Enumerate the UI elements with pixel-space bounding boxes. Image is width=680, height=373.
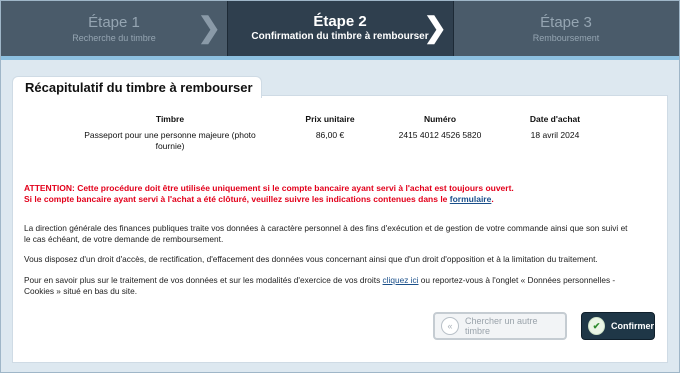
search-other-stamp-button[interactable]: « Chercher un autre timbre — [433, 312, 567, 340]
privacy-paragraph-1: La direction générale des finances publi… — [24, 223, 654, 245]
warning-message: ATTENTION: Cette procédure doit être uti… — [24, 183, 514, 205]
cell-timbre-line1: Passeport pour une personne majeure (pho… — [84, 130, 256, 140]
table-header-row: Timbre Prix unitaire Numéro Date d'achat — [60, 114, 610, 130]
cliquez-ici-link[interactable]: cliquez ici — [383, 275, 419, 285]
step-divider — [453, 1, 454, 56]
step-3-title: Étape 3 — [540, 14, 592, 31]
cell-date: 18 avril 2024 — [530, 130, 580, 140]
double-chevron-left-icon: « — [441, 317, 459, 335]
search-other-stamp-label: Chercher un autre timbre — [465, 316, 538, 336]
warning-line2: Si le compte bancaire ayant servi à l'ac… — [24, 194, 514, 205]
cell-timbre: Passeport pour une personne majeure (pho… — [60, 130, 280, 152]
privacy-paragraph-3: Pour en savoir plus sur le traitement de… — [24, 275, 654, 297]
privacy-p3-line2: Cookies » situé en bas du site. — [24, 286, 137, 296]
privacy-p1-line1: La direction générale des finances publi… — [24, 223, 628, 233]
stepper: Étape 1 Recherche du timbre ❯ Étape 2 Co… — [1, 1, 679, 56]
formulaire-link[interactable]: formulaire — [450, 194, 492, 204]
privacy-p3-text: Pour en savoir plus sur le traitement de… — [24, 275, 383, 285]
privacy-p1-line2: le cas échéant, de votre demande de remb… — [24, 234, 224, 244]
cell-timbre-line2: fournie) — [155, 141, 185, 151]
privacy-paragraph-2: Vous disposez d'un droit d'accès, de rec… — [24, 254, 598, 264]
privacy-p3-text-end: ou reportez-vous à l'onglet « Données pe… — [418, 275, 616, 285]
chevron-right-icon: ❯ — [423, 12, 447, 43]
step-2-active: Étape 2 Confirmation du timbre à rembour… — [227, 1, 453, 56]
stepper-underline — [1, 56, 679, 60]
confirm-button[interactable]: ✔ Confirmer — [581, 312, 655, 340]
warning-line2-end: . — [491, 194, 494, 204]
step-1: Étape 1 Recherche du timbre ❯ — [1, 1, 227, 56]
column-header-numero: Numéro — [423, 114, 457, 124]
step-1-title: Étape 1 — [88, 14, 140, 31]
table-row: Passeport pour une personne majeure (pho… — [60, 130, 610, 152]
panel-title: Récapitulatif du timbre à rembourser — [25, 80, 253, 95]
chevron-right-icon: ❯ — [197, 12, 221, 43]
cell-numero: 2415 4012 4526 5820 — [398, 130, 482, 140]
confirm-label: Confirmer — [610, 321, 654, 331]
cell-prix: 86,00 € — [315, 130, 345, 140]
step-2-title: Étape 2 — [313, 13, 367, 30]
step-3-subtitle: Remboursement — [532, 33, 600, 43]
step-divider — [227, 1, 228, 56]
check-circle-icon: ✔ — [588, 317, 605, 335]
warning-line2-text: Si le compte bancaire ayant servi à l'ac… — [24, 194, 450, 204]
step-2-subtitle: Confirmation du timbre à rembourser — [251, 31, 429, 42]
column-header-date: Date d'achat — [529, 114, 581, 124]
column-header-timbre: Timbre — [155, 114, 185, 124]
step-3: Étape 3 Remboursement — [453, 1, 679, 56]
column-header-prix: Prix unitaire — [305, 114, 355, 124]
recap-table: Timbre Prix unitaire Numéro Date d'achat… — [60, 114, 610, 152]
step-1-subtitle: Recherche du timbre — [72, 33, 156, 43]
warning-line1: ATTENTION: Cette procédure doit être uti… — [24, 183, 514, 193]
